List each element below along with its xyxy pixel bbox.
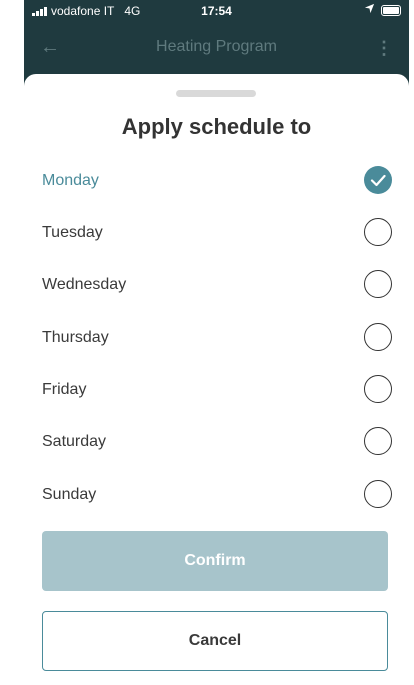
status-bar: vodafone IT 4G 17:54 bbox=[24, 0, 409, 22]
day-label-friday: Friday bbox=[42, 381, 87, 398]
radio-circle-icon[interactable] bbox=[364, 218, 392, 246]
day-label-saturday: Saturday bbox=[42, 433, 107, 450]
radio-circle-icon[interactable] bbox=[364, 270, 392, 298]
battery-icon bbox=[381, 4, 401, 16]
location-icon bbox=[364, 3, 375, 17]
day-label-tuesday: Tuesday bbox=[42, 224, 103, 241]
radio-circle-icon[interactable] bbox=[364, 480, 392, 508]
confirm-button[interactable]: Confirm bbox=[42, 531, 388, 591]
day-label-wednesday: Wednesday bbox=[42, 276, 127, 293]
bottom-sheet: Apply schedule to Monday Tuesday Wednesd… bbox=[24, 74, 409, 685]
day-row-friday[interactable]: Friday bbox=[42, 371, 392, 411]
day-row-saturday[interactable]: Saturday bbox=[42, 423, 392, 463]
day-row-wednesday[interactable]: Wednesday bbox=[42, 266, 392, 306]
day-row-thursday[interactable]: Thursday bbox=[42, 319, 392, 359]
sheet-title: Apply schedule to bbox=[121, 114, 312, 139]
radio-circle-icon[interactable] bbox=[364, 375, 392, 403]
app-bar: ← Heating Program ⋮ bbox=[24, 22, 409, 74]
day-row-monday[interactable]: Monday bbox=[42, 162, 392, 202]
day-row-sunday[interactable]: Sunday bbox=[42, 476, 392, 516]
day-row-tuesday[interactable]: Tuesday bbox=[42, 214, 392, 254]
more-vertical-icon[interactable]: ⋮ bbox=[375, 38, 393, 59]
status-right bbox=[364, 3, 401, 17]
phone-screen: vodafone IT 4G 17:54 ← Heating Program ⋮… bbox=[24, 0, 409, 685]
day-label-monday: Monday bbox=[42, 172, 99, 189]
radio-circle-icon[interactable] bbox=[364, 427, 392, 455]
day-label-thursday: Thursday bbox=[42, 329, 109, 346]
sheet-drag-handle[interactable] bbox=[176, 90, 256, 97]
status-time: 17:54 bbox=[201, 4, 232, 18]
day-label-sunday: Sunday bbox=[42, 486, 97, 503]
radio-circle-icon[interactable] bbox=[364, 323, 392, 351]
cancel-button[interactable]: Cancel bbox=[42, 611, 388, 671]
check-circle-icon[interactable] bbox=[364, 166, 392, 194]
app-bar-title: Heating Program bbox=[156, 38, 277, 55]
